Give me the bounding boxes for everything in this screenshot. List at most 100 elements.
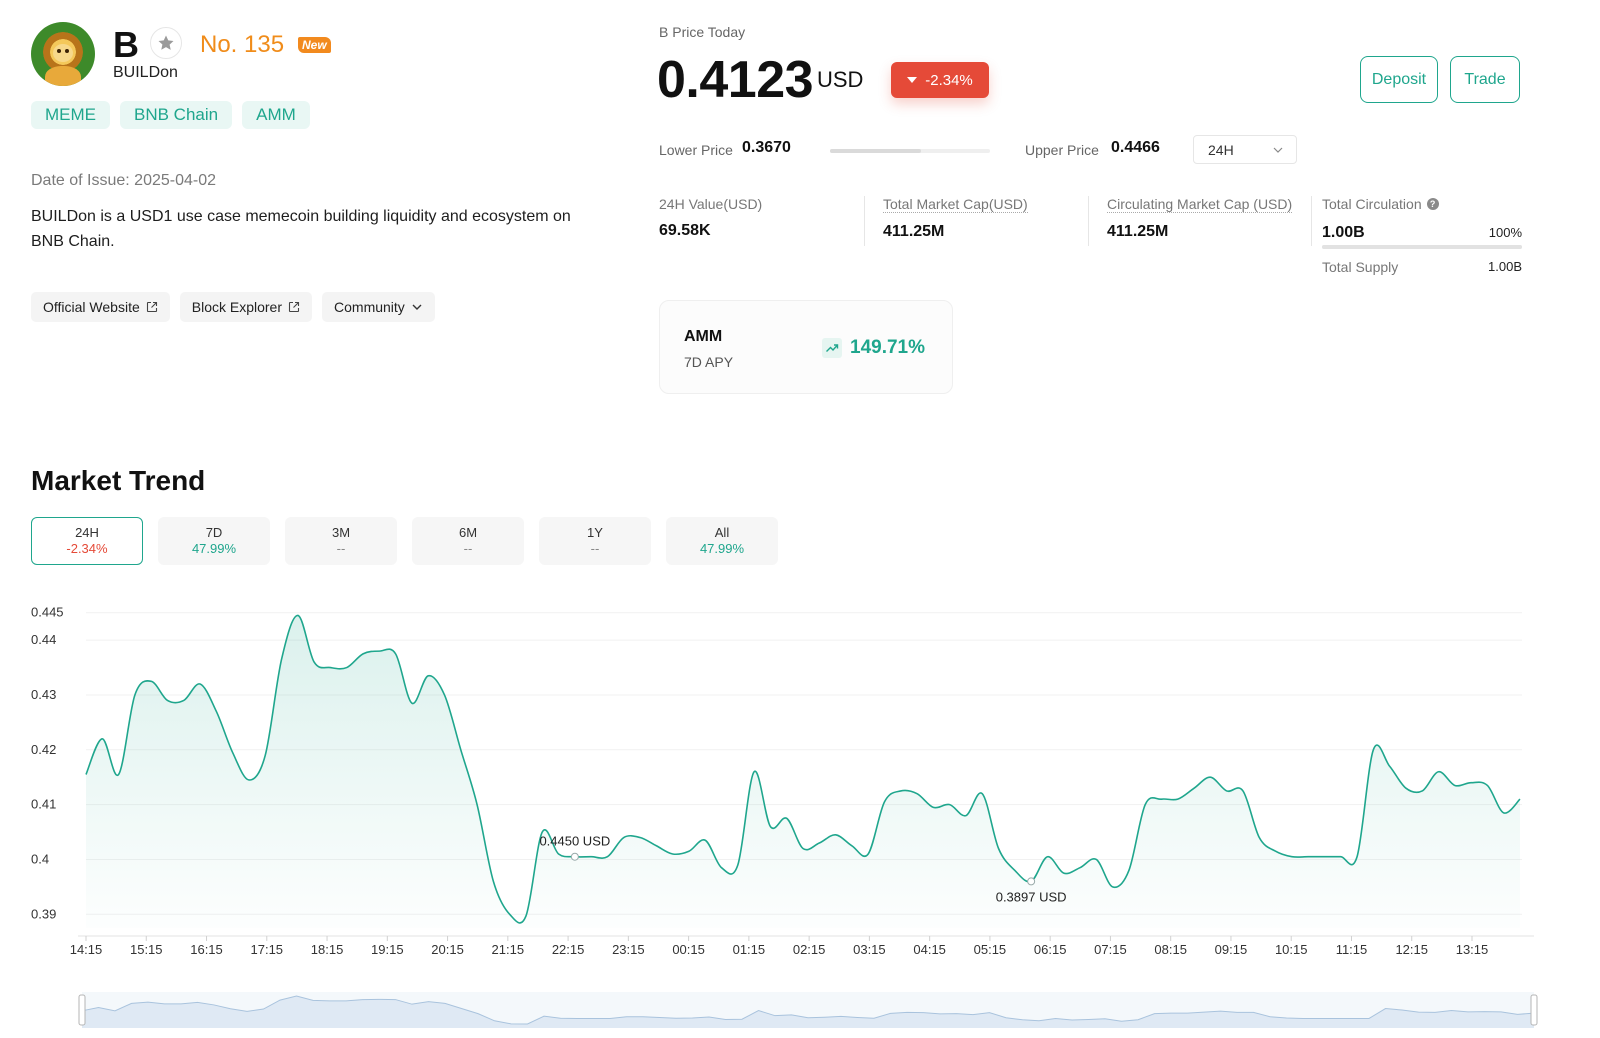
star-icon	[158, 35, 174, 50]
coin-links: Official Website Block Explorer Communit…	[31, 292, 435, 322]
stat-total-market-cap: Total Market Cap(USD) 411.25M	[883, 196, 1028, 241]
period-tab-change: --	[463, 541, 473, 556]
price-chart[interactable]: 0.39 0.4 0.41 0.42 0.43 0.44 0.445 14:15 15:15 16…	[0, 600, 1600, 1038]
x-tick-label: 12:15	[1395, 942, 1428, 957]
amm-title: AMM	[684, 328, 723, 345]
navigator-left-handle[interactable]	[78, 994, 86, 1026]
external-link-icon	[288, 301, 300, 313]
favorite-button[interactable]	[150, 27, 182, 59]
price-range-fill	[830, 149, 922, 153]
x-tick-label: 08:15	[1154, 942, 1187, 957]
stat-circulating-market-cap-label[interactable]: Circulating Market Cap (USD)	[1107, 196, 1293, 213]
period-tab-24h[interactable]: 24H -2.34%	[31, 517, 143, 565]
total-circulation-percent: 100%	[1488, 225, 1522, 240]
community-label: Community	[334, 299, 405, 315]
official-website-label: Official Website	[43, 299, 140, 315]
amm-apy-card[interactable]: AMM 7D APY 149.71%	[659, 300, 953, 394]
deposit-button[interactable]: Deposit	[1360, 56, 1438, 103]
x-tick-label: 09:15	[1215, 942, 1248, 957]
x-tick-label: 13:15	[1456, 942, 1489, 957]
issue-date: Date of Issue: 2025-04-02	[31, 172, 217, 189]
x-tick-label: 18:15	[311, 942, 344, 957]
upper-price-value: 0.4466	[1111, 139, 1160, 156]
stat-24h-value-number: 69.58K	[659, 222, 711, 239]
range-period-value: 24H	[1208, 141, 1234, 158]
x-tick-label: 11:15	[1336, 942, 1368, 957]
coin-full-name: BUILDon	[113, 64, 178, 81]
period-tab-7d[interactable]: 7D 47.99%	[158, 517, 270, 565]
total-supply-label: Total Supply	[1322, 259, 1399, 275]
max-price-label: 0.4450 USD	[539, 834, 610, 849]
x-tick-label: 03:15	[853, 942, 886, 957]
period-tab-label: 7D	[205, 525, 223, 540]
x-tick-label: 00:15	[672, 942, 705, 957]
period-tab-all[interactable]: All 47.99%	[666, 517, 778, 565]
circulation-progress-bar	[1322, 245, 1522, 249]
new-badge: New	[298, 37, 331, 53]
x-tick-label: 05:15	[974, 942, 1007, 957]
tag-meme[interactable]: MEME	[31, 101, 110, 129]
y-tick-label: 0.41	[31, 797, 56, 812]
current-price: 0.4123	[657, 51, 814, 109]
y-tick-label: 0.4	[31, 851, 49, 866]
x-tick-label: 16:15	[190, 942, 223, 957]
x-tick-label: 01:15	[733, 942, 766, 957]
tag-amm[interactable]: AMM	[242, 101, 310, 129]
upper-price-label: Upper Price	[1025, 142, 1099, 158]
block-explorer-link[interactable]: Block Explorer	[179, 292, 313, 322]
stat-divider	[864, 196, 865, 246]
y-tick-label: 0.44	[31, 632, 56, 647]
market-trend-tabs: 24H -2.34% 7D 47.99% 3M -- 6M -- 1Y -- All 47.99%	[31, 517, 778, 565]
y-tick-label: 0.39	[31, 906, 56, 921]
official-website-link[interactable]: Official Website	[31, 292, 170, 322]
stat-24h-value: 24H Value(USD) 69.58K	[659, 196, 762, 240]
period-tab-3m[interactable]: 3M --	[285, 517, 397, 565]
coin-tags: MEME BNB Chain AMM	[31, 101, 310, 129]
community-dropdown[interactable]: Community	[322, 292, 435, 322]
period-tab-label: 1Y	[587, 525, 603, 540]
x-tick-label: 17:15	[251, 942, 284, 957]
total-supply-value: 1.00B	[1488, 259, 1522, 274]
market-trend-title: Market Trend	[31, 465, 206, 496]
period-tab-label: 24H	[75, 525, 99, 540]
x-tick-label: 04:15	[913, 942, 946, 957]
tag-bnb-chain[interactable]: BNB Chain	[120, 101, 233, 129]
help-icon[interactable]: ?	[1426, 198, 1439, 210]
y-tick-label: 0.445	[31, 605, 64, 620]
x-tick-label: 20:15	[431, 942, 464, 957]
x-tick-label: 02:15	[793, 942, 826, 957]
external-link-icon	[146, 301, 157, 313]
total-circulation-header: Total Circulation ?	[1322, 196, 1522, 212]
chevron-down-icon	[412, 304, 422, 310]
x-tick-label: 14:15	[70, 942, 103, 957]
x-tick-label: 10:15	[1275, 942, 1308, 957]
period-tab-label: All	[714, 525, 730, 540]
total-supply-row: Total Supply 1.00B	[1322, 259, 1522, 275]
stat-divider	[1311, 196, 1312, 246]
period-tab-change: --	[336, 541, 346, 556]
min-price-label: 0.3897 USD	[996, 889, 1067, 904]
x-tick-label: 07:15	[1094, 942, 1127, 957]
period-tab-change: 47.99%	[699, 541, 745, 556]
price-range-bar	[830, 149, 990, 153]
lower-price-label: Lower Price	[659, 142, 733, 158]
stat-total-market-cap-label[interactable]: Total Market Cap(USD)	[883, 196, 1028, 213]
x-tick-label: 15:15	[130, 942, 163, 957]
range-period-select[interactable]: 24H	[1193, 135, 1297, 164]
total-circulation-values: 1.00B 100%	[1322, 224, 1522, 242]
stat-circulating-market-cap-number: 411.25M	[1107, 223, 1169, 240]
total-circulation-label: Total Circulation	[1322, 196, 1422, 212]
price-unit: USD	[817, 67, 864, 92]
navigator-right-handle[interactable]	[1530, 994, 1538, 1026]
max-price-marker	[570, 852, 579, 861]
period-tab-6m[interactable]: 6M --	[412, 517, 524, 565]
stat-total-market-cap-number: 411.25M	[883, 223, 945, 240]
amm-apy: 149.71%	[822, 337, 925, 359]
price-change-badge: -2.34%	[891, 62, 989, 98]
x-tick-label: 23:15	[612, 942, 645, 957]
price-change-value: -2.34%	[925, 71, 973, 89]
coin-description: BUILDon is a USD1 use case memecoin buil…	[31, 208, 571, 250]
period-tab-change: -2.34%	[66, 541, 108, 556]
period-tab-1y[interactable]: 1Y --	[539, 517, 651, 565]
trade-button[interactable]: Trade	[1450, 56, 1520, 103]
